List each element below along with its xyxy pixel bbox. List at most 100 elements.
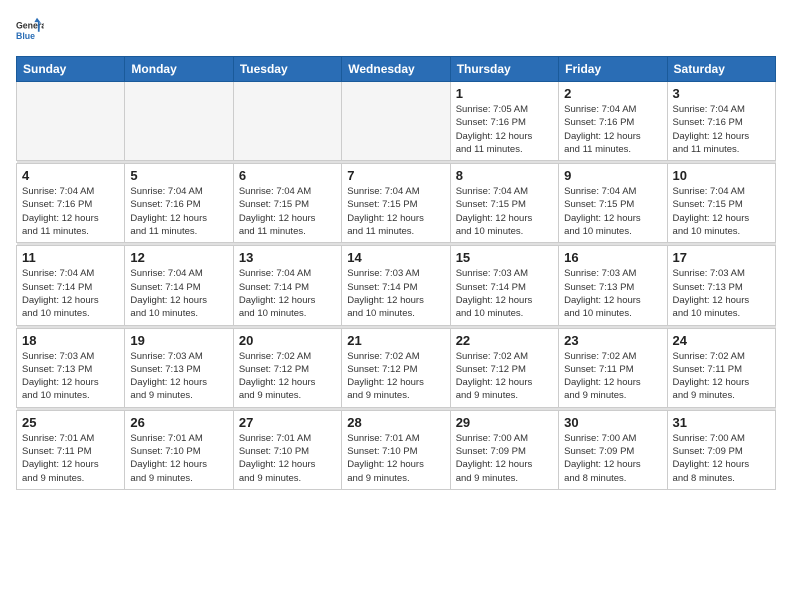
day-cell: 25 Sunrise: 7:01 AMSunset: 7:11 PMDayligh…: [17, 410, 125, 489]
day-cell: 28 Sunrise: 7:01 AMSunset: 7:10 PMDayligh…: [342, 410, 450, 489]
day-info: Sunrise: 7:03 AMSunset: 7:13 PMDaylight:…: [564, 267, 661, 320]
day-cell: 5Sunrise: 7:04 AMSunset: 7:16 PMDaylight…: [125, 164, 233, 243]
day-number: 1: [456, 86, 553, 101]
day-cell: 17 Sunrise: 7:03 AMSunset: 7:13 PMDayligh…: [667, 246, 775, 325]
day-info: Sunrise: 7:00 AMSunset: 7:09 PMDaylight:…: [564, 432, 661, 485]
day-number: 9: [564, 168, 661, 183]
day-info: Sunrise: 7:03 AMSunset: 7:13 PMDaylight:…: [22, 350, 119, 403]
day-info: Sunrise: 7:04 AMSunset: 7:16 PMDaylight:…: [673, 103, 770, 156]
week-row-1: 1 Sunrise: 7:05 AMSunset: 7:16 PMDaylight…: [17, 82, 776, 161]
day-info: Sunrise: 7:04 AMSunset: 7:16 PMDaylight:…: [22, 185, 119, 238]
weekday-header-tuesday: Tuesday: [233, 57, 341, 82]
day-cell: 15 Sunrise: 7:03 AMSunset: 7:14 PMDayligh…: [450, 246, 558, 325]
day-number: 28: [347, 415, 444, 430]
day-number: 21: [347, 333, 444, 348]
weekday-header-row: SundayMondayTuesdayWednesdayThursdayFrid…: [17, 57, 776, 82]
week-row-3: 11 Sunrise: 7:04 AMSunset: 7:14 PMDayligh…: [17, 246, 776, 325]
day-number: 15: [456, 250, 553, 265]
day-info: Sunrise: 7:02 AMSunset: 7:12 PMDaylight:…: [347, 350, 444, 403]
day-cell: 8 Sunrise: 7:04 AMSunset: 7:15 PMDaylight…: [450, 164, 558, 243]
page-header: GeneralBlue: [16, 16, 776, 44]
day-info: Sunrise: 7:04 AMSunset: 7:14 PMDaylight:…: [22, 267, 119, 320]
day-number: 3: [673, 86, 770, 101]
day-cell: [342, 82, 450, 161]
day-cell: [17, 82, 125, 161]
day-info: Sunrise: 7:03 AMSunset: 7:14 PMDaylight:…: [347, 267, 444, 320]
day-number: 17: [673, 250, 770, 265]
weekday-header-monday: Monday: [125, 57, 233, 82]
day-number: 7: [347, 168, 444, 183]
day-info: Sunrise: 7:04 AMSunset: 7:14 PMDaylight:…: [130, 267, 227, 320]
day-number: 11: [22, 250, 119, 265]
day-info: Sunrise: 7:04 AMSunset: 7:15 PMDaylight:…: [564, 185, 661, 238]
day-cell: 13Sunrise: 7:04 AMSunset: 7:14 PMDayligh…: [233, 246, 341, 325]
day-number: 24: [673, 333, 770, 348]
day-cell: 27 Sunrise: 7:01 AMSunset: 7:10 PMDayligh…: [233, 410, 341, 489]
logo-icon: GeneralBlue: [16, 16, 44, 44]
day-number: 31: [673, 415, 770, 430]
weekday-header-sunday: Sunday: [17, 57, 125, 82]
day-cell: 3 Sunrise: 7:04 AMSunset: 7:16 PMDaylight…: [667, 82, 775, 161]
day-number: 6: [239, 168, 336, 183]
day-cell: [125, 82, 233, 161]
day-cell: 16 Sunrise: 7:03 AMSunset: 7:13 PMDayligh…: [559, 246, 667, 325]
day-number: 8: [456, 168, 553, 183]
weekday-header-saturday: Saturday: [667, 57, 775, 82]
day-info: Sunrise: 7:04 AMSunset: 7:15 PMDaylight:…: [239, 185, 336, 238]
day-cell: 24 Sunrise: 7:02 AMSunset: 7:11 PMDayligh…: [667, 328, 775, 407]
weekday-header-thursday: Thursday: [450, 57, 558, 82]
day-info: Sunrise: 7:01 AMSunset: 7:10 PMDaylight:…: [239, 432, 336, 485]
day-info: Sunrise: 7:03 AMSunset: 7:14 PMDaylight:…: [456, 267, 553, 320]
day-number: 27: [239, 415, 336, 430]
day-cell: 9 Sunrise: 7:04 AMSunset: 7:15 PMDaylight…: [559, 164, 667, 243]
day-cell: 12 Sunrise: 7:04 AMSunset: 7:14 PMDayligh…: [125, 246, 233, 325]
day-info: Sunrise: 7:02 AMSunset: 7:11 PMDaylight:…: [673, 350, 770, 403]
day-cell: 21 Sunrise: 7:02 AMSunset: 7:12 PMDayligh…: [342, 328, 450, 407]
day-cell: 11 Sunrise: 7:04 AMSunset: 7:14 PMDayligh…: [17, 246, 125, 325]
day-info: Sunrise: 7:01 AMSunset: 7:10 PMDaylight:…: [130, 432, 227, 485]
day-cell: 31 Sunrise: 7:00 AMSunset: 7:09 PMDayligh…: [667, 410, 775, 489]
day-info: Sunrise: 7:04 AMSunset: 7:15 PMDaylight:…: [456, 185, 553, 238]
day-cell: 20 Sunrise: 7:02 AMSunset: 7:12 PMDayligh…: [233, 328, 341, 407]
svg-text:Blue: Blue: [16, 31, 35, 41]
day-cell: 7 Sunrise: 7:04 AMSunset: 7:15 PMDaylight…: [342, 164, 450, 243]
day-cell: 22 Sunrise: 7:02 AMSunset: 7:12 PMDayligh…: [450, 328, 558, 407]
day-number: 25: [22, 415, 119, 430]
day-number: 5: [130, 168, 227, 183]
day-number: 18: [22, 333, 119, 348]
day-number: 23: [564, 333, 661, 348]
week-row-4: 18 Sunrise: 7:03 AMSunset: 7:13 PMDayligh…: [17, 328, 776, 407]
day-info: Sunrise: 7:03 AMSunset: 7:13 PMDaylight:…: [673, 267, 770, 320]
day-cell: 19Sunrise: 7:03 AMSunset: 7:13 PMDayligh…: [125, 328, 233, 407]
day-info: Sunrise: 7:01 AMSunset: 7:10 PMDaylight:…: [347, 432, 444, 485]
week-row-5: 25 Sunrise: 7:01 AMSunset: 7:11 PMDayligh…: [17, 410, 776, 489]
day-cell: 10Sunrise: 7:04 AMSunset: 7:15 PMDayligh…: [667, 164, 775, 243]
day-cell: 30 Sunrise: 7:00 AMSunset: 7:09 PMDayligh…: [559, 410, 667, 489]
day-cell: [233, 82, 341, 161]
day-number: 16: [564, 250, 661, 265]
week-row-2: 4 Sunrise: 7:04 AMSunset: 7:16 PMDaylight…: [17, 164, 776, 243]
day-number: 12: [130, 250, 227, 265]
day-info: Sunrise: 7:00 AMSunset: 7:09 PMDaylight:…: [673, 432, 770, 485]
day-info: Sunrise: 7:02 AMSunset: 7:12 PMDaylight:…: [239, 350, 336, 403]
day-number: 20: [239, 333, 336, 348]
day-info: Sunrise: 7:00 AMSunset: 7:09 PMDaylight:…: [456, 432, 553, 485]
day-cell: 23 Sunrise: 7:02 AMSunset: 7:11 PMDayligh…: [559, 328, 667, 407]
day-number: 22: [456, 333, 553, 348]
day-number: 26: [130, 415, 227, 430]
day-info: Sunrise: 7:04 AMSunset: 7:14 PMDaylight:…: [239, 267, 336, 320]
day-number: 30: [564, 415, 661, 430]
day-number: 10: [673, 168, 770, 183]
day-cell: 26 Sunrise: 7:01 AMSunset: 7:10 PMDayligh…: [125, 410, 233, 489]
day-cell: 18 Sunrise: 7:03 AMSunset: 7:13 PMDayligh…: [17, 328, 125, 407]
day-info: Sunrise: 7:01 AMSunset: 7:11 PMDaylight:…: [22, 432, 119, 485]
day-info: Sunrise: 7:05 AMSunset: 7:16 PMDaylight:…: [456, 103, 553, 156]
day-info: Sunrise: 7:03 AMSunset: 7:13 PMDaylight:…: [130, 350, 227, 403]
day-cell: 6 Sunrise: 7:04 AMSunset: 7:15 PMDaylight…: [233, 164, 341, 243]
day-number: 29: [456, 415, 553, 430]
day-number: 4: [22, 168, 119, 183]
day-info: Sunrise: 7:02 AMSunset: 7:12 PMDaylight:…: [456, 350, 553, 403]
day-info: Sunrise: 7:04 AMSunset: 7:15 PMDaylight:…: [347, 185, 444, 238]
day-cell: 14Sunrise: 7:03 AMSunset: 7:14 PMDayligh…: [342, 246, 450, 325]
day-info: Sunrise: 7:02 AMSunset: 7:11 PMDaylight:…: [564, 350, 661, 403]
